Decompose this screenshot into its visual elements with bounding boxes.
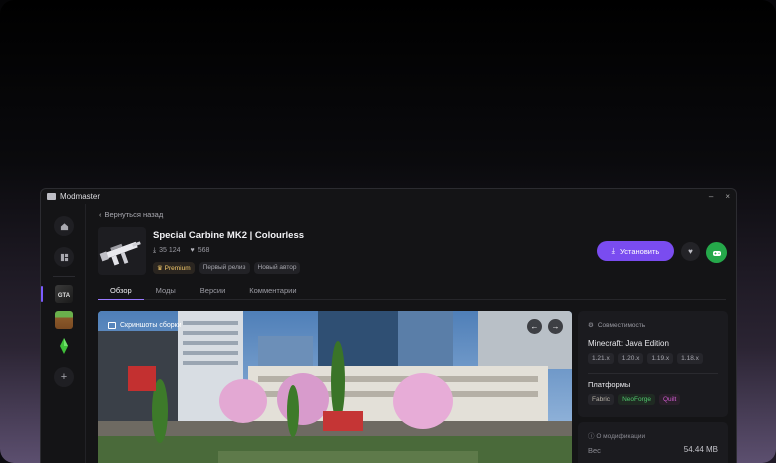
version-chip: 1.21.x: [588, 353, 614, 364]
close-button[interactable]: ×: [725, 192, 730, 201]
tab-overview[interactable]: Обзор: [98, 282, 144, 300]
image-icon: [108, 322, 116, 329]
about-heading-text: О модификации: [596, 433, 646, 440]
gear-icon: ⚙: [588, 322, 594, 329]
tag-first-release: Первый релиз: [198, 262, 250, 274]
favorite-button[interactable]: ♥: [681, 242, 700, 261]
window-controls: – ×: [709, 192, 730, 201]
main-content: ‹ Вернуться назад Special Carbine MK2 | C…: [87, 204, 736, 463]
chevron-left-icon: ‹: [99, 210, 102, 219]
download-icon: ⤓: [153, 247, 157, 254]
tag-label: Premium: [164, 265, 191, 272]
active-indicator: [41, 286, 43, 302]
modpack-stats: ⤓ 35 124 ♥ 568: [153, 247, 209, 255]
modpack-tags: ♛ Premium Первый релиз Новый автор: [153, 262, 301, 274]
crown-icon: ♛: [157, 265, 165, 272]
sidebar-item-sims[interactable]: [55, 337, 73, 355]
compatibility-heading: ⚙ Совместимость: [588, 321, 646, 330]
platform-chips: Fabric NeoForge Quilt: [588, 394, 681, 405]
home-icon[interactable]: [54, 216, 74, 236]
library-icon[interactable]: [54, 247, 74, 267]
screenshot-gallery[interactable]: Скриншоты сборки ← →: [98, 311, 572, 463]
add-game-button[interactable]: +: [54, 367, 74, 387]
back-label: Вернуться назад: [104, 210, 164, 219]
app-window: Modmaster – × GTA + ‹ Вернуться назад Sp…: [40, 188, 737, 463]
panel-divider: [588, 373, 718, 374]
sidebar: GTA +: [41, 204, 86, 463]
tag-premium: ♛ Premium: [153, 262, 195, 274]
platform-fabric: Fabric: [588, 394, 615, 405]
play-button[interactable]: [706, 242, 727, 263]
likes-count: 568: [197, 247, 210, 254]
game-edition-title: Minecraft: Java Edition: [588, 339, 669, 348]
svg-text:GTA: GTA: [58, 293, 71, 299]
heart-icon: ♥: [688, 247, 693, 256]
gallery-screenshot: [98, 311, 572, 463]
weight-label: Вес: [588, 446, 601, 455]
install-button[interactable]: ⤓ Установить: [597, 241, 674, 261]
heart-icon: ♥: [190, 247, 195, 254]
titlebar: Modmaster – ×: [41, 189, 736, 204]
version-chip: 1.20.x: [617, 353, 644, 364]
weight-value: 54.44 MB: [683, 445, 718, 454]
platform-quilt: Quilt: [658, 394, 681, 405]
compatibility-heading-text: Совместимость: [597, 321, 646, 329]
app-title: Modmaster: [60, 192, 101, 201]
platform-neoforge: NeoForge: [618, 394, 655, 405]
tab-versions[interactable]: Версии: [188, 282, 237, 300]
likes-stat: ♥ 568: [191, 247, 210, 255]
gallery-prev-button[interactable]: ←: [527, 319, 542, 334]
tab-bar: Обзор Моды Версии Комментарии: [98, 282, 726, 300]
compatibility-panel: ⚙ Совместимость Minecraft: Java Edition …: [578, 311, 728, 417]
minimize-button[interactable]: –: [709, 192, 713, 201]
tag-new-author: Новый автор: [253, 262, 301, 274]
back-link[interactable]: ‹ Вернуться назад: [99, 210, 163, 219]
sidebar-item-minecraft[interactable]: [55, 311, 73, 329]
modpack-thumbnail: [98, 227, 146, 275]
version-chip: 1.18.x: [677, 353, 703, 364]
tab-mods[interactable]: Моды: [144, 282, 188, 300]
app-logo-icon: [47, 193, 56, 200]
gamepad-icon: [712, 250, 721, 256]
sidebar-divider: [53, 276, 75, 277]
install-label: Установить: [619, 246, 660, 256]
tab-comments[interactable]: Комментарии: [237, 282, 308, 300]
gallery-next-button[interactable]: →: [548, 319, 563, 334]
gallery-label-text: Скриншоты сборки: [120, 322, 182, 329]
about-heading: ⓘ О модификации: [588, 430, 645, 440]
version-chip: 1.19.x: [647, 353, 674, 364]
sidebar-item-gta-v[interactable]: GTA: [55, 285, 73, 303]
version-chips: 1.21.x 1.20.x 1.19.x 1.18.x: [588, 353, 703, 364]
modpack-title: Special Carbine MK2 | Colourless: [153, 230, 305, 241]
downloads-stat: ⤓ 35 124: [153, 247, 181, 255]
gallery-label: Скриншоты сборки: [108, 322, 182, 329]
platforms-heading: Платформы: [588, 380, 631, 389]
download-icon: ⤓: [611, 246, 615, 255]
downloads-count: 35 124: [159, 247, 181, 254]
about-panel: ⓘ О модификации Вес 54.44 MB: [578, 422, 728, 463]
